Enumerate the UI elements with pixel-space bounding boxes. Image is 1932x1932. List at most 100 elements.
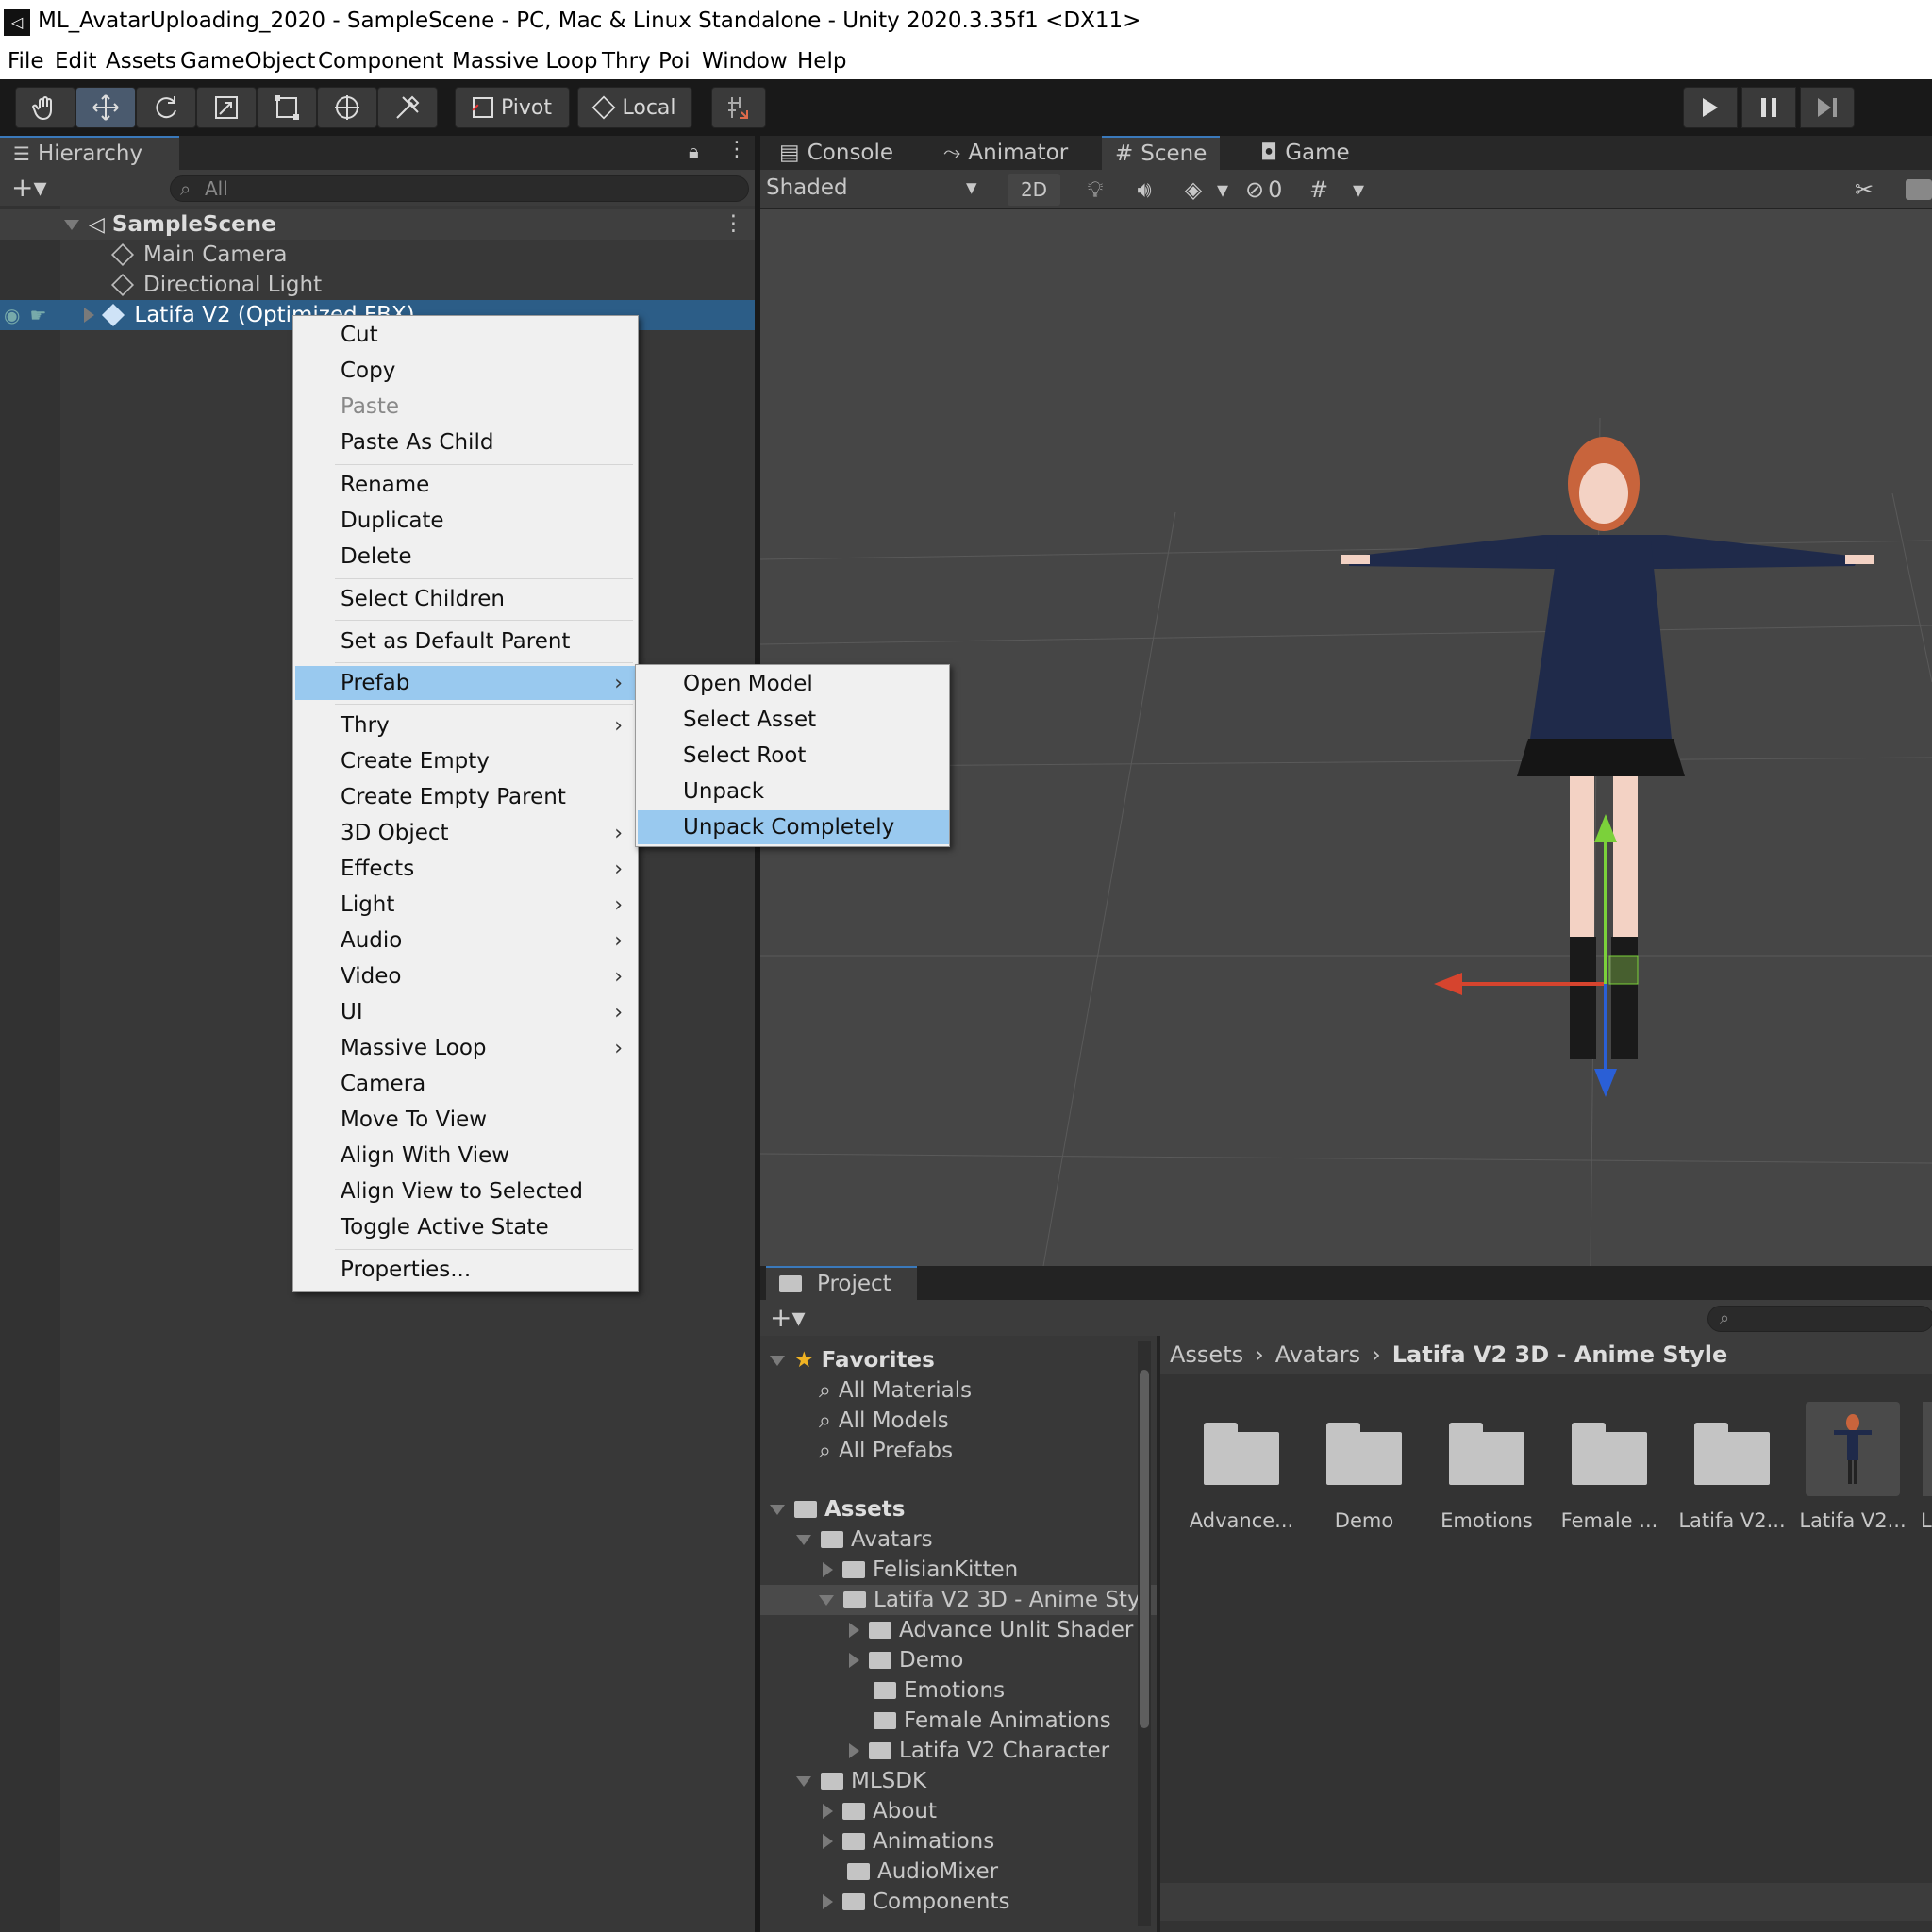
breadcrumb-item[interactable]: Assets	[1170, 1341, 1243, 1368]
hierarchy-search-input[interactable]: ⌕ All	[170, 175, 749, 202]
grid-snap-button[interactable]	[711, 87, 766, 128]
tab-game[interactable]: ◘ Game	[1247, 136, 1363, 170]
menu-item-paste-as-child[interactable]: Paste As Child	[295, 425, 636, 459]
menu-item-set-default-parent[interactable]: Set as Default Parent	[295, 625, 636, 658]
tree-item-avatars[interactable]: Avatars	[796, 1524, 933, 1555]
grid-dropdown[interactable]: ▾	[1353, 174, 1374, 206]
folder-icon[interactable]	[1572, 1423, 1647, 1485]
camera-settings-icon[interactable]	[1906, 179, 1932, 200]
local-toggle[interactable]: Local	[577, 87, 692, 128]
menu-item-video[interactable]: Video ›	[295, 959, 636, 993]
menu-item-create-empty[interactable]: Create Empty	[295, 744, 636, 778]
menu-item-rename[interactable]: Rename	[295, 468, 636, 502]
tree-item-all-models[interactable]: ⌕ All Models	[819, 1406, 949, 1436]
menu-item-unpack[interactable]: Unpack	[638, 774, 949, 808]
tree-item-mlsdk[interactable]: MLSDK	[796, 1766, 926, 1796]
tree-item-felisiankitten[interactable]: FelisianKitten	[823, 1555, 1018, 1585]
tree-item-components[interactable]: Components	[823, 1887, 1010, 1917]
tab-animator[interactable]: ⤳ Animator	[930, 136, 1081, 170]
lock-icon[interactable]: 🔒︎	[689, 140, 699, 162]
menu-thry[interactable]: Thry	[602, 49, 651, 74]
move-tool-button[interactable]	[75, 87, 136, 128]
play-button[interactable]	[1683, 87, 1738, 128]
menu-file[interactable]: File	[8, 49, 44, 74]
project-search-input[interactable]: ⌕	[1707, 1306, 1932, 1332]
tab-scene[interactable]: # Scene	[1102, 136, 1221, 170]
menu-assets[interactable]: Assets	[106, 49, 176, 74]
scale-tool-button[interactable]	[196, 87, 257, 128]
menu-item-select-root[interactable]: Select Root	[638, 739, 949, 773]
more-options-icon[interactable]: ⋮	[726, 138, 747, 161]
scene-menu-icon[interactable]: ⋮	[723, 211, 744, 236]
audio-toggle[interactable]: 🔊︎	[1123, 174, 1166, 206]
menu-gameobject[interactable]: GameObject	[180, 49, 315, 74]
menu-window[interactable]: Window	[702, 49, 788, 74]
hidden-objects-toggle[interactable]: ⊘ 0	[1245, 174, 1306, 206]
menu-item-properties[interactable]: Properties...	[295, 1253, 636, 1287]
menu-item-audio[interactable]: Audio ›	[295, 924, 636, 958]
asset-thumbnail-partial[interactable]	[1923, 1402, 1932, 1496]
tab-project[interactable]: Project	[766, 1266, 917, 1300]
folder-icon[interactable]	[1694, 1423, 1770, 1485]
menu-edit[interactable]: Edit	[55, 49, 97, 74]
rotate-tool-button[interactable]	[136, 87, 196, 128]
tree-scrollbar[interactable]	[1138, 1341, 1151, 1926]
tab-console[interactable]: ▤ Console	[766, 136, 907, 170]
effects-toggle[interactable]: ◈	[1172, 174, 1215, 206]
menu-item-3d-object[interactable]: 3D Object ›	[295, 816, 636, 850]
menu-item-toggle-active-state[interactable]: Toggle Active State	[295, 1210, 636, 1244]
menu-item-select-children[interactable]: Select Children	[295, 582, 636, 616]
menu-item-cut[interactable]: Cut	[295, 318, 636, 352]
prefab-thumbnail[interactable]	[1806, 1402, 1900, 1496]
menu-item-thry[interactable]: Thry ›	[295, 708, 636, 742]
effects-dropdown[interactable]: ▾	[1217, 174, 1238, 206]
expand-arrow-icon[interactable]	[84, 308, 95, 323]
menu-item-select-asset[interactable]: Select Asset	[638, 703, 949, 737]
tree-item-demo[interactable]: Demo	[849, 1645, 963, 1675]
menu-item-prefab[interactable]: Prefab ›	[295, 666, 636, 700]
menu-item-copy[interactable]: Copy	[295, 354, 636, 388]
pause-button[interactable]	[1741, 87, 1796, 128]
tree-item-about[interactable]: About	[823, 1796, 937, 1826]
rect-tool-button[interactable]	[257, 87, 317, 128]
tree-item-audiomixer[interactable]: AudioMixer	[847, 1857, 998, 1887]
menu-item-ui[interactable]: UI ›	[295, 995, 636, 1029]
tree-favorites[interactable]: ★ Favorites	[770, 1345, 935, 1375]
menu-poi[interactable]: Poi	[658, 49, 691, 74]
menu-item-camera[interactable]: Camera	[295, 1067, 636, 1101]
menu-item-align-view-to-selected[interactable]: Align View to Selected	[295, 1174, 636, 1208]
create-asset-icon[interactable]: +▾	[770, 1302, 806, 1333]
menu-item-move-to-view[interactable]: Move To View	[295, 1103, 636, 1137]
tree-item-all-prefabs[interactable]: ⌕ All Prefabs	[819, 1436, 953, 1466]
tree-item-latifa-selected[interactable]: Latifa V2 3D - Anime Sty	[760, 1585, 1157, 1615]
scene-row[interactable]: ◁ SampleScene ⋮	[0, 209, 755, 240]
step-button[interactable]	[1800, 87, 1855, 128]
breadcrumb-item[interactable]: Avatars	[1275, 1341, 1360, 1368]
menu-help[interactable]: Help	[797, 49, 846, 74]
menu-item-align-with-view[interactable]: Align With View	[295, 1139, 636, 1173]
tree-item-advance-unlit[interactable]: Advance Unlit Shader	[849, 1615, 1133, 1645]
menu-item-effects[interactable]: Effects ›	[295, 852, 636, 886]
tree-item-all-materials[interactable]: ⌕ All Materials	[819, 1375, 972, 1406]
menu-massive-loop[interactable]: Massive Loop	[452, 49, 598, 74]
breadcrumb-item[interactable]: Latifa V2 3D - Anime Style	[1392, 1341, 1728, 1368]
tree-item-latifa-character[interactable]: Latifa V2 Character	[849, 1736, 1109, 1766]
tree-item-emotions[interactable]: Emotions	[874, 1675, 1005, 1706]
tree-scrollbar-thumb[interactable]	[1140, 1370, 1149, 1728]
hierarchy-item-main-camera[interactable]: Main Camera	[110, 240, 287, 270]
pivot-toggle[interactable]: Pivot	[455, 87, 570, 128]
scene-tools-button[interactable]: ✂	[1855, 174, 1892, 206]
eye-icon[interactable]: ◉	[4, 304, 20, 326]
menu-component[interactable]: Component	[318, 49, 444, 74]
tree-item-female-animations[interactable]: Female Animations	[874, 1706, 1111, 1736]
lighting-toggle[interactable]: 💡︎	[1074, 174, 1117, 206]
hand-tool-button[interactable]	[15, 87, 75, 128]
grid-toggle[interactable]: #	[1309, 174, 1347, 206]
menu-item-duplicate[interactable]: Duplicate	[295, 504, 636, 538]
menu-item-paste[interactable]: Paste	[295, 390, 636, 424]
pickable-hand-icon[interactable]: ☛	[29, 304, 46, 326]
menu-item-massive-loop[interactable]: Massive Loop ›	[295, 1031, 636, 1065]
menu-item-delete[interactable]: Delete	[295, 540, 636, 574]
shading-mode-dropdown[interactable]: Shaded ▾	[766, 175, 989, 204]
add-icon[interactable]: +▾	[11, 172, 47, 203]
